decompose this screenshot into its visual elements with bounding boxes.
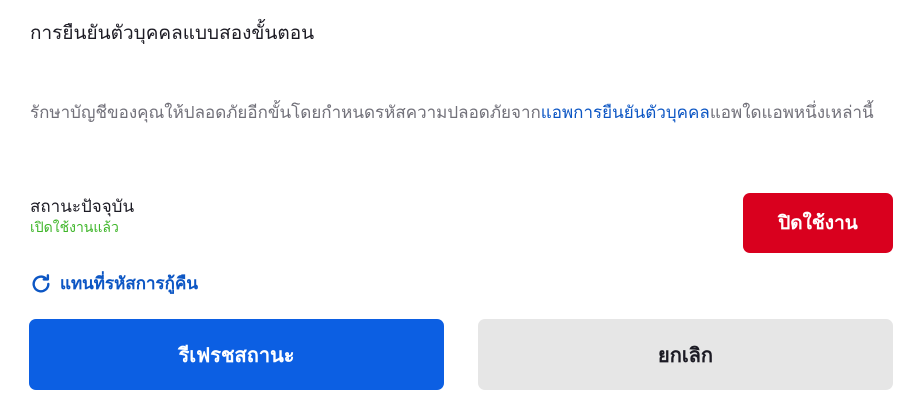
two-factor-dialog: การยืนยันตัวบุคคลแบบสองขั้นตอน รักษาบัญช… (0, 0, 924, 412)
refresh-icon (30, 273, 60, 295)
status-block: สถานะปัจจุบัน เปิดใช้งานแล้ว (30, 196, 134, 237)
status-label: สถานะปัจจุบัน (30, 197, 135, 217)
replace-recovery-codes-link[interactable]: แทนที่รหัสการกู้คืน (30, 270, 198, 297)
dialog-description: รักษาบัญชีของคุณให้ปลอดภัยอีกขั้นโดยกำหน… (30, 98, 894, 128)
description-text-start: รักษาบัญชีของคุณให้ปลอดภัยอีกขั้นโดยกำหน… (30, 103, 541, 123)
replace-recovery-codes-label: แทนที่รหัสการกู้คืน (60, 274, 198, 294)
authenticator-apps-link[interactable]: แอพการยืนยันตัวบุคคล (541, 103, 710, 123)
refresh-status-button[interactable]: รีเฟรชสถานะ (29, 319, 444, 390)
cancel-button[interactable]: ยกเลิก (478, 319, 893, 390)
status-value: เปิดใช้งานแล้ว (30, 220, 119, 236)
dialog-title: การยืนยันตัวบุคคลแบบสองขั้นตอน (30, 22, 315, 44)
description-text-end: แอพใดแอพหนึ่งเหล่านี้ (709, 103, 874, 123)
disable-button[interactable]: ปิดใช้งาน (743, 193, 893, 253)
